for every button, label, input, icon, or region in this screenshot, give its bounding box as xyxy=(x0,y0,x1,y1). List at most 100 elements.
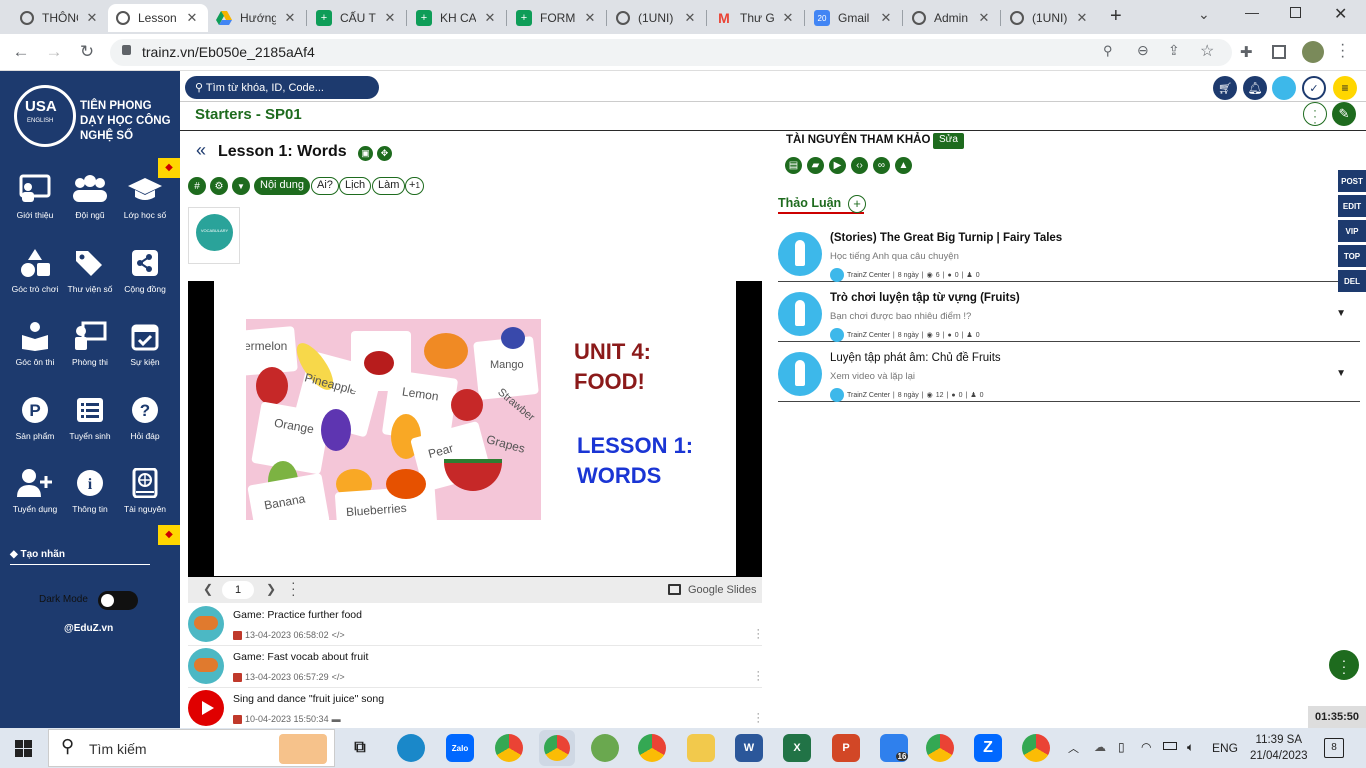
sidebar-item-info[interactable]: i Thông tin xyxy=(60,468,120,514)
tab-schedule[interactable]: Lịch xyxy=(339,177,372,195)
caret-down-icon[interactable]: ▼ xyxy=(1336,368,1346,379)
lesson-thumbnail[interactable]: VOCABULARY xyxy=(188,207,240,264)
tab-search-icon[interactable]: ⌄ xyxy=(1198,6,1210,23)
slide-menu-icon[interactable]: · · · xyxy=(291,575,296,601)
side-tag-edit[interactable]: EDIT xyxy=(1338,195,1366,217)
add-activity-button[interactable]: +1 xyxy=(405,177,424,195)
green-app-icon[interactable] xyxy=(591,734,619,762)
taskbar-search[interactable]: ⚲ Tìm kiếm xyxy=(48,729,335,767)
cart-icon[interactable]: 🛒︎ xyxy=(1213,76,1237,100)
folder-icon[interactable]: ▰ xyxy=(807,157,824,174)
hashtag-icon[interactable]: # xyxy=(188,177,206,195)
side-tag-top[interactable]: TOP xyxy=(1338,245,1366,267)
close-icon[interactable]: ✕ xyxy=(282,10,298,26)
more-options-icon[interactable]: · · · xyxy=(756,709,760,728)
tag-badge-icon[interactable]: ◆ xyxy=(158,525,180,545)
tray-device-icon[interactable]: ▯ xyxy=(1118,740,1125,754)
course-more-button[interactable]: · · · xyxy=(1303,102,1327,128)
zoom-icon[interactable]: ⊖ xyxy=(1137,42,1149,59)
tray-cloud-icon[interactable]: ☁ xyxy=(1094,740,1106,754)
discussion-post[interactable]: Luyện tập phát âm: Chủ đề Fruits Xem vid… xyxy=(778,344,1360,402)
sidebar-item-resources[interactable]: Tài nguyên xyxy=(115,468,175,514)
tray-chevron-icon[interactable]: ︿ xyxy=(1068,740,1079,756)
chrome-icon[interactable] xyxy=(1022,734,1050,762)
back-button[interactable]: « xyxy=(196,140,206,161)
close-icon[interactable]: ✕ xyxy=(382,10,398,26)
battery-icon[interactable] xyxy=(1163,742,1177,750)
close-icon[interactable]: ✕ xyxy=(184,10,200,26)
browser-tab[interactable]: Hướng ✕ xyxy=(208,4,306,32)
pencil-edit-icon[interactable]: ✎ xyxy=(1332,102,1356,126)
chrome-icon[interactable] xyxy=(638,734,666,762)
discussion-post[interactable]: Trò chơi luyện tập từ vựng (Fruits) Bạn … xyxy=(778,284,1360,342)
restore-button[interactable] xyxy=(1290,7,1301,18)
activity-item[interactable]: Game: Fast vocab about fruit 13-04-2023 … xyxy=(188,646,762,688)
minimize-button[interactable]: — xyxy=(1245,4,1259,20)
settings-cogs-icon[interactable]: ⚙ xyxy=(210,177,228,195)
side-tag-post[interactable]: POST xyxy=(1338,170,1366,192)
sidebar-item-digital-class[interactable]: Lớp học số xyxy=(115,174,175,220)
close-window-button[interactable]: ✕ xyxy=(1334,4,1347,24)
footer-handle[interactable]: @EduZ.vn xyxy=(64,623,113,634)
slide-page-number[interactable]: 1 xyxy=(222,581,254,599)
sidebar-item-community[interactable]: Cộng đồng xyxy=(115,248,175,294)
trainz-logo-icon[interactable]: ✓ xyxy=(1302,76,1326,100)
excel-icon[interactable]: X xyxy=(783,734,811,762)
browser-tab[interactable]: (1UNI) ✕ xyxy=(608,4,706,32)
chrome-icon[interactable] xyxy=(926,734,954,762)
activity-item[interactable]: Game: Practice further food 13-04-2023 0… xyxy=(188,604,762,646)
app-badge-icon[interactable]: 16 xyxy=(880,734,909,762)
code-icon[interactable]: ‹› xyxy=(851,157,868,174)
zalo-icon[interactable]: Zalo xyxy=(446,734,474,762)
sidebar-item-game-corner[interactable]: Góc trò chơi xyxy=(5,248,65,294)
windows-start-icon[interactable] xyxy=(15,740,32,757)
browser-tab[interactable]: + CẤU T ✕ xyxy=(308,4,406,32)
sidebar-item-library[interactable]: Thư viện số xyxy=(60,248,120,294)
close-icon[interactable]: ✕ xyxy=(1074,10,1090,26)
address-bar[interactable]: trainz.vn/Eb050e_2185aAf4 ⚲ ⊖ ⇪ ☆ xyxy=(110,39,1232,66)
new-tab-button[interactable]: + xyxy=(1110,5,1122,28)
browser-tab[interactable]: + FORM ✕ xyxy=(508,4,606,32)
google-slides-link[interactable]: Google Slides xyxy=(688,584,757,596)
profile-avatar[interactable] xyxy=(1302,41,1324,63)
sidebar-item-team[interactable]: Đội ngũ xyxy=(60,174,120,220)
browser-tab[interactable]: THÔNG✕ xyxy=(12,4,108,32)
task-view-icon[interactable]: ⧉ xyxy=(346,734,374,762)
chrome-icon[interactable] xyxy=(495,734,523,762)
forward-icon[interactable]: → xyxy=(43,41,65,63)
slide-embed[interactable]: ermelon Pineapple Lemon Mango Strawber O… xyxy=(188,281,762,577)
input-language[interactable]: ENG xyxy=(1212,741,1238,755)
add-discussion-button[interactable]: + xyxy=(848,195,866,213)
sidebar-item-intro[interactable]: Giới thiệu xyxy=(5,174,65,220)
location-icon[interactable]: ⚲ xyxy=(1103,43,1113,59)
sidebar-item-products[interactable]: P Sản phẩm xyxy=(5,395,65,441)
lesson-gamepad-icon[interactable]: ✥ xyxy=(377,146,392,161)
browser-tab[interactable]: (1UNI) ✕ xyxy=(1002,4,1098,32)
close-icon[interactable]: ✕ xyxy=(84,10,100,26)
drive-icon[interactable]: ▲ xyxy=(895,157,912,174)
resources-edit-button[interactable]: Sửa xyxy=(933,133,964,149)
browser-tab[interactable]: Admin ✕ xyxy=(904,4,1000,32)
powerpoint-icon[interactable]: P xyxy=(832,734,860,762)
next-slide-icon[interactable]: ❯ xyxy=(266,582,276,596)
tab-who[interactable]: Ai? xyxy=(311,177,339,195)
browser-tab[interactable]: 20 Gmail ✕ xyxy=(806,4,902,32)
close-icon[interactable]: ✕ xyxy=(976,10,992,26)
side-tag-vip[interactable]: VIP xyxy=(1338,220,1366,242)
browser-tab[interactable]: + KH CA ✕ xyxy=(408,4,506,32)
edge-icon[interactable] xyxy=(397,734,425,762)
close-icon[interactable]: ✕ xyxy=(878,10,894,26)
file-icon[interactable]: ▤ xyxy=(785,157,802,174)
zalo-z-icon[interactable]: Z xyxy=(974,734,1002,762)
more-options-icon[interactable]: · · · xyxy=(756,667,760,686)
logo[interactable]: USA ENGLISH xyxy=(14,85,76,147)
sidebar-item-exam-review[interactable]: Góc ôn thi xyxy=(5,321,65,367)
clock[interactable]: 11:39 SA 21/04/2023 xyxy=(1250,732,1308,764)
dark-mode-toggle[interactable] xyxy=(98,591,138,610)
close-icon[interactable]: ✕ xyxy=(482,10,498,26)
sidebar-item-recruitment[interactable]: Tuyển dụng xyxy=(5,468,65,514)
notification-icon[interactable]: 8 xyxy=(1324,738,1344,758)
caret-down-icon[interactable]: ▼ xyxy=(232,177,250,195)
browser-tab[interactable]: M Thư Gi ✕ xyxy=(708,4,804,32)
side-panel-icon[interactable] xyxy=(1272,45,1286,59)
